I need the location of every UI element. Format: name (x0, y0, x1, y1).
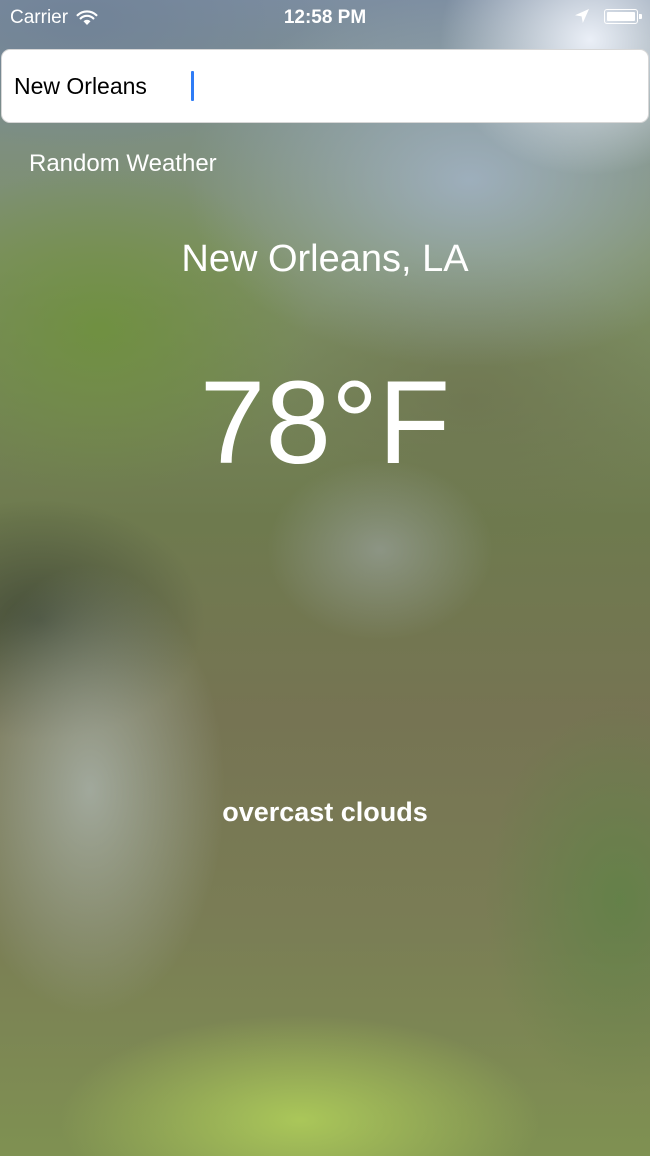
temperature-value: 78°F (199, 357, 451, 489)
city-name: New Orleans, LA (181, 238, 469, 280)
status-time: 12:58 PM (283, 7, 367, 28)
weather-condition: overcast clouds (222, 797, 428, 827)
battery-level-fill (607, 11, 635, 21)
random-weather-button[interactable]: Random Weather (29, 150, 217, 178)
city-search-field[interactable] (1, 49, 649, 123)
status-right-icons (574, 8, 642, 24)
location-arrow-icon (575, 9, 589, 23)
battery-tip (639, 13, 642, 19)
text-cursor (191, 71, 194, 101)
battery-icon (604, 8, 642, 24)
status-bar: Carrier 12:58 PM (0, 0, 650, 36)
city-search-input[interactable] (14, 72, 190, 100)
